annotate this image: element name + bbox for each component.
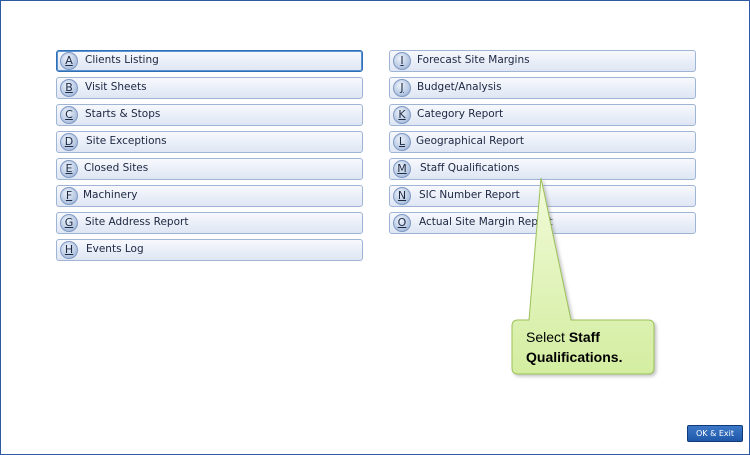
- button-label: Starts & Stops: [85, 108, 161, 120]
- button-label: Events Log: [86, 243, 144, 255]
- key-badge: M: [393, 160, 411, 178]
- button-label: Category Report: [417, 108, 504, 120]
- site-address-report-button[interactable]: G Site Address Report: [56, 212, 363, 234]
- key-badge: L: [393, 133, 411, 151]
- key-badge: K: [393, 106, 411, 124]
- key-badge: G: [60, 214, 78, 232]
- key-badge: C: [60, 106, 78, 124]
- callout-text: Select Staff Qualifications.: [526, 327, 656, 367]
- key-badge: I: [393, 52, 411, 70]
- button-label: Budget/Analysis: [417, 81, 502, 93]
- key-badge: F: [60, 187, 78, 205]
- key-badge: D: [60, 133, 78, 151]
- callout-prefix: Select: [526, 329, 569, 345]
- machinery-button[interactable]: F Machinery: [56, 185, 363, 207]
- key-badge: O: [393, 214, 411, 232]
- key-badge: N: [393, 187, 411, 205]
- button-label: Clients Listing: [85, 54, 159, 66]
- button-label: Closed Sites: [84, 162, 149, 174]
- button-label: SIC Number Report: [419, 189, 520, 201]
- ok-exit-button[interactable]: OK & Exit: [687, 425, 743, 442]
- budget-analysis-button[interactable]: J Budget/Analysis: [389, 77, 696, 99]
- button-label: Actual Site Margin Report: [419, 216, 553, 228]
- staff-qualifications-button[interactable]: M Staff Qualifications: [389, 158, 696, 180]
- clients-listing-button[interactable]: A Clients Listing: [56, 50, 363, 72]
- button-label: Geographical Report: [416, 135, 524, 147]
- button-label: Machinery: [83, 189, 138, 201]
- forecast-site-margins-button[interactable]: I Forecast Site Margins: [389, 50, 696, 72]
- key-badge: J: [393, 79, 411, 97]
- starts-stops-button[interactable]: C Starts & Stops: [56, 104, 363, 126]
- key-badge: E: [60, 160, 78, 178]
- sic-number-report-button[interactable]: N SIC Number Report: [389, 185, 696, 207]
- key-badge: H: [60, 241, 78, 259]
- actual-site-margin-report-button[interactable]: O Actual Site Margin Report: [389, 212, 696, 234]
- report-menu-window: A Clients Listing B Visit Sheets C Start…: [0, 0, 750, 455]
- key-badge: B: [60, 79, 78, 97]
- category-report-button[interactable]: K Category Report: [389, 104, 696, 126]
- button-label: Site Address Report: [85, 216, 189, 228]
- button-label: Visit Sheets: [85, 81, 147, 93]
- closed-sites-button[interactable]: E Closed Sites: [56, 158, 363, 180]
- site-exceptions-button[interactable]: D Site Exceptions: [56, 131, 363, 153]
- key-badge: A: [60, 52, 78, 70]
- button-label: Forecast Site Margins: [417, 54, 530, 66]
- visit-sheets-button[interactable]: B Visit Sheets: [56, 77, 363, 99]
- button-label: Site Exceptions: [86, 135, 167, 147]
- events-log-button[interactable]: H Events Log: [56, 239, 363, 261]
- button-label: Staff Qualifications: [420, 162, 520, 174]
- geographical-report-button[interactable]: L Geographical Report: [389, 131, 696, 153]
